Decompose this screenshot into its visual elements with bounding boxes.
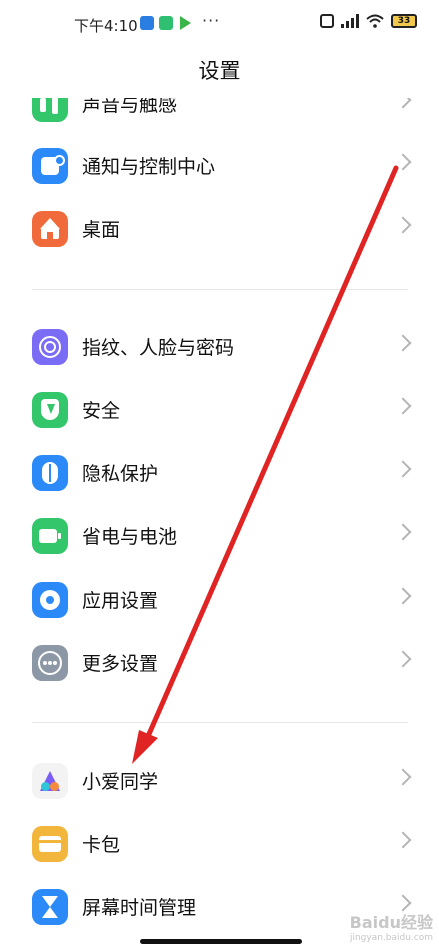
settings-item-2[interactable]: 桌面: [0, 199, 439, 261]
status-time: 下午4:10: [74, 17, 138, 35]
app-notification-icon: [140, 16, 154, 30]
status-bar: 下午4:10 ··· 33: [0, 0, 439, 48]
settings-item-label: 指纹、人脸与密码: [82, 337, 235, 359]
more-notifications-icon: ···: [202, 11, 221, 30]
settings-item-label: 声音与触感: [82, 94, 178, 116]
watermark-url: jingyan.baidu.com: [349, 933, 433, 943]
battery-icon: [32, 518, 68, 554]
nfc-icon: [320, 14, 334, 28]
chevron-right-icon: [394, 460, 412, 478]
settings-item-7[interactable]: 应用设置: [0, 570, 439, 632]
chevron-right-icon: [394, 831, 412, 849]
signal-icon: [341, 14, 359, 28]
settings-item-label: 省电与电池: [82, 526, 178, 548]
chevron-right-icon: [394, 587, 412, 605]
chevron-right-icon: [394, 216, 412, 234]
settings-item-9[interactable]: 小爱同学: [0, 751, 439, 813]
chevron-right-icon: [394, 153, 412, 171]
battery-indicator: 33: [391, 14, 417, 28]
settings-item-8[interactable]: 更多设置: [0, 633, 439, 695]
settings-item-label: 桌面: [82, 219, 121, 241]
chevron-right-icon: [394, 650, 412, 668]
settings-item-10[interactable]: 卡包: [0, 814, 439, 876]
settings-item-5[interactable]: 隐私保护: [0, 443, 439, 505]
settings-item-6[interactable]: 省电与电池: [0, 506, 439, 568]
shield-icon: [32, 392, 68, 428]
home-icon: [32, 211, 68, 247]
assistant-icon: [32, 763, 68, 799]
play-store-icon: [180, 16, 191, 30]
sound-icon: [32, 98, 68, 122]
settings-item-label: 小爱同学: [82, 771, 159, 793]
notification-icon: [32, 148, 68, 184]
settings-item-1[interactable]: 通知与控制中心: [0, 136, 439, 198]
wallet-icon: [32, 826, 68, 862]
chevron-right-icon: [394, 397, 412, 415]
security-notification-icon: [159, 16, 173, 30]
settings-item-label: 隐私保护: [82, 463, 159, 485]
section-divider: [32, 722, 408, 723]
settings-item-label: 屏幕时间管理: [82, 897, 197, 919]
page-title: 设置: [198, 59, 241, 83]
chevron-right-icon: [394, 523, 412, 541]
wifi-icon: [366, 14, 384, 28]
hourglass-icon: [32, 889, 68, 925]
chevron-right-icon: [394, 98, 412, 109]
privacy-icon: [32, 455, 68, 491]
home-indicator[interactable]: [140, 939, 302, 944]
settings-item-label: 安全: [82, 400, 121, 422]
settings-item-label: 卡包: [82, 834, 121, 856]
chevron-right-icon: [394, 334, 412, 352]
settings-item-label: 更多设置: [82, 653, 159, 675]
chevron-right-icon: [394, 768, 412, 786]
section-divider: [32, 289, 408, 290]
settings-item-label: 通知与控制中心: [82, 156, 216, 178]
watermark-brand: Baidu经验: [349, 913, 433, 932]
settings-item-3[interactable]: 指纹、人脸与密码: [0, 317, 439, 379]
settings-item-4[interactable]: 安全: [0, 380, 439, 442]
fingerprint-icon: [32, 329, 68, 365]
settings-item-label: 应用设置: [82, 590, 159, 612]
watermark: Baidu经验 jingyan.baidu.com: [350, 909, 433, 943]
gear-icon: [32, 582, 68, 618]
more-icon: [32, 645, 68, 681]
status-indicators: 33: [320, 14, 417, 28]
